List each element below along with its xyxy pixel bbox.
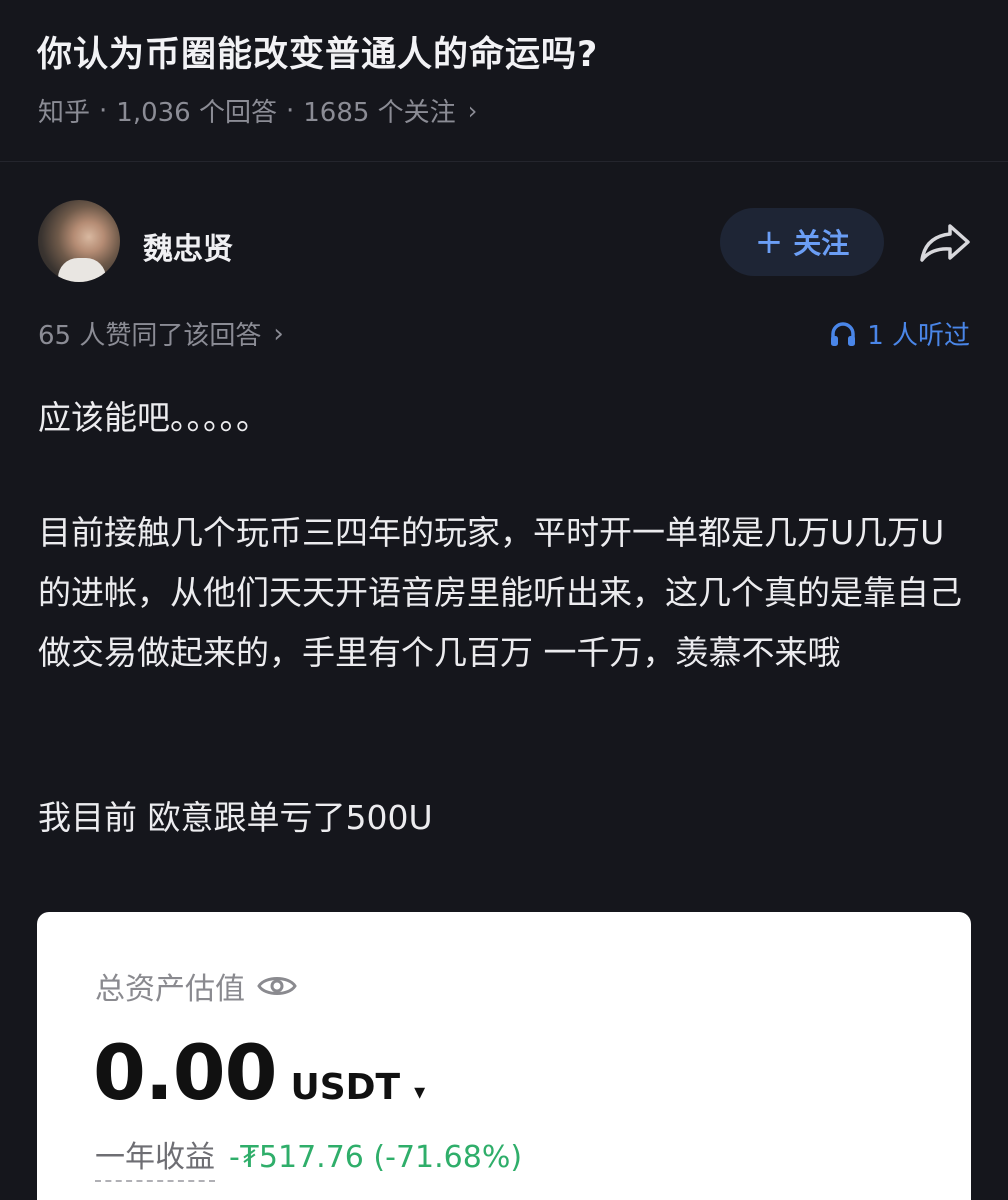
asset-label-text: 总资产估值 [95,972,245,1007]
annual-yield: 一年收益 -₮517.76 (-71.68%) [95,1132,522,1182]
balance-display: 0.00 USDT ▾ [93,1028,425,1117]
meta-separator: · [285,95,295,126]
yield-label: 一年收益 [95,1132,215,1182]
question-meta[interactable]: 知乎 · 1,036 个回答 · 1685 个关注 › [38,92,477,129]
avatar[interactable] [38,200,120,282]
balance-unit: USDT [290,1067,401,1108]
source-label: 知乎 [38,98,91,128]
question-title[interactable]: 你认为币圈能改变普通人的命运吗? [37,26,598,77]
meta-separator: · [99,95,108,126]
author-name[interactable]: 魏忠贤 [143,224,233,268]
follow-button[interactable]: + 关注 [720,208,884,276]
yield-value: -₮517.76 (-71.68%) [229,1139,523,1175]
answers-count: 1,036 个回答 [116,98,277,128]
embedded-screenshot: 总资产估值 0.00 USDT ▾ 一年收益 -₮517.76 (-71.68%… [37,912,971,1200]
plus-icon: + [754,222,784,262]
total-asset-label: 总资产估值 [95,964,297,1008]
answer-page: 你认为币圈能改变普通人的命运吗? 知乎 · 1,036 个回答 · 1685 个… [0,0,1008,1200]
vote-summary[interactable]: 65 人赞同了该回答 › [38,315,284,352]
votes-text: 65 人赞同了该回答 [38,321,262,351]
headphone-icon [831,321,856,346]
chevron-right-icon: › [467,96,478,125]
followers-count: 1685 个关注 [303,98,456,128]
share-icon[interactable] [918,222,972,264]
eye-icon [257,977,297,995]
answer-paragraph: 应该能吧。。。。。 [38,398,269,437]
balance-amount: 0.00 [93,1028,278,1117]
question-header[interactable]: 你认为币圈能改变普通人的命运吗? 知乎 · 1,036 个回答 · 1685 个… [0,0,1008,162]
answer-paragraph: 我目前 欧意跟单亏了500U [38,798,433,837]
listen-count[interactable]: 1 人听过 [829,315,970,352]
chevron-right-icon: › [273,318,284,349]
listened-text: 1 人听过 [867,321,970,351]
follow-label: 关注 [793,227,850,260]
answer-paragraph: 目前接触几个玩币三四年的玩家，平时开一单都是几万U几万U的进帐，从他们天天开语音… [38,513,962,672]
caret-down-icon: ▾ [414,1080,426,1105]
avatar-figure [58,258,106,282]
